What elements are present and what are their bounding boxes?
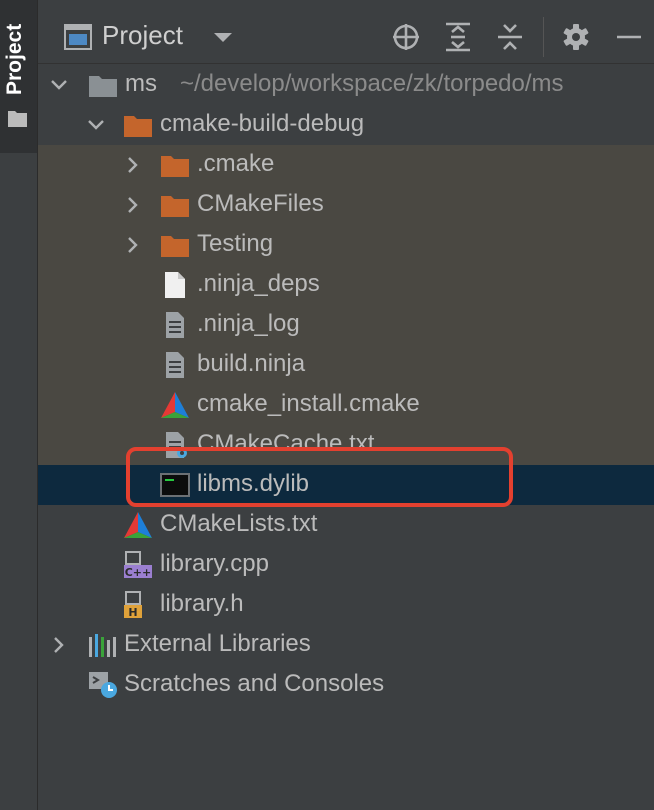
cmake-icon [161,392,189,418]
tree-row-scratches[interactable]: Scratches and Consoles [38,665,654,705]
svg-text:H: H [128,606,137,619]
gear-icon[interactable] [561,22,591,52]
chevron-right-icon[interactable] [124,196,142,214]
project-header: Project [38,0,654,64]
header-file-icon: H [124,591,142,619]
tree-root-path: ~/develop/workspace/zk/torpedo/ms [180,70,564,97]
tree-row-root[interactable]: ms ~/develop/workspace/zk/torpedo/ms [38,65,654,105]
tree-item-label: .ninja_log [197,310,300,337]
chevron-down-icon[interactable] [87,116,105,134]
project-view-selector[interactable]: Project [102,20,183,51]
project-tree: ms ~/develop/workspace/zk/torpedo/ms cma… [38,64,654,810]
tree-item-label: build.ninja [197,350,306,377]
tree-row-ninja-deps[interactable]: .ninja_deps [38,265,654,305]
tool-window-strip: Project [0,0,38,810]
svg-text:C++: C++ [125,566,152,579]
minimize-icon[interactable] [614,22,644,52]
tree-row-cmakelists[interactable]: CMakeLists.txt [38,505,654,545]
tree-item-label: CMakeCache.txt [197,430,375,457]
folder-icon [8,111,27,127]
chevron-right-icon[interactable] [124,156,142,174]
tree-row-ninja-log[interactable]: .ninja_log [38,305,654,345]
project-tool-tab[interactable]: Project [0,0,37,153]
chevron-down-icon[interactable] [212,30,234,44]
project-tool-label: Project [3,23,26,95]
tree-row-library-cpp[interactable]: C++ library.cpp [38,545,654,585]
tree-item-label: library.h [160,590,244,617]
chevron-down-icon[interactable] [50,76,68,94]
tree-row-build-ninja[interactable]: build.ninja [38,345,654,385]
tree-row-testing[interactable]: Testing [38,225,654,265]
tree-row-external-libraries[interactable]: External Libraries [38,625,654,665]
tree-row-library-h[interactable]: H library.h [38,585,654,625]
terminal-binary-icon [160,473,190,497]
libraries-icon [89,634,116,657]
chevron-right-icon[interactable] [124,236,142,254]
scratches-icon [89,672,117,698]
tree-item-label: cmake-build-debug [160,110,365,137]
tree-item-label: External Libraries [124,630,311,657]
tree-item-label: CMakeFiles [197,190,324,217]
header-separator [543,17,544,57]
collapse-all-icon[interactable] [495,22,525,52]
folder-icon [161,196,189,217]
tree-item-label: Scratches and Consoles [124,670,385,697]
crosshair-icon[interactable] [391,22,421,52]
text-file-icon [166,352,184,378]
tree-row-dot-cmake[interactable]: .cmake [38,145,654,185]
cpp-file-icon: C++ [124,551,152,579]
tree-item-label: Testing [197,230,274,257]
folder-icon [161,236,189,257]
tree-item-label: libms.dylib [197,470,310,497]
tree-root-label: ms [125,70,157,97]
folder-icon [161,156,189,177]
tree-row-cmakefiles[interactable]: CMakeFiles [38,185,654,225]
config-file-icon [166,432,187,458]
folder-icon [89,76,117,97]
tree-item-label: CMakeLists.txt [160,510,318,537]
project-window-icon [64,24,92,50]
tree-row-cmakecache[interactable]: CMakeCache.txt [38,425,654,465]
tree-item-label: .cmake [197,150,275,177]
tree-row-cmake-build-debug[interactable]: cmake-build-debug [38,105,654,145]
tree-row-cmake-install[interactable]: cmake_install.cmake [38,385,654,425]
folder-icon [124,116,152,137]
tree-row-libms-dylib[interactable]: libms.dylib [38,465,654,505]
file-icon [165,272,185,298]
cmake-icon [124,512,152,538]
tree-item-label: library.cpp [160,550,269,577]
tree-item-label: .ninja_deps [197,270,320,297]
chevron-right-icon[interactable] [50,636,68,654]
expand-all-icon[interactable] [443,22,473,52]
text-file-icon [166,312,184,338]
tree-item-label: cmake_install.cmake [197,390,420,417]
